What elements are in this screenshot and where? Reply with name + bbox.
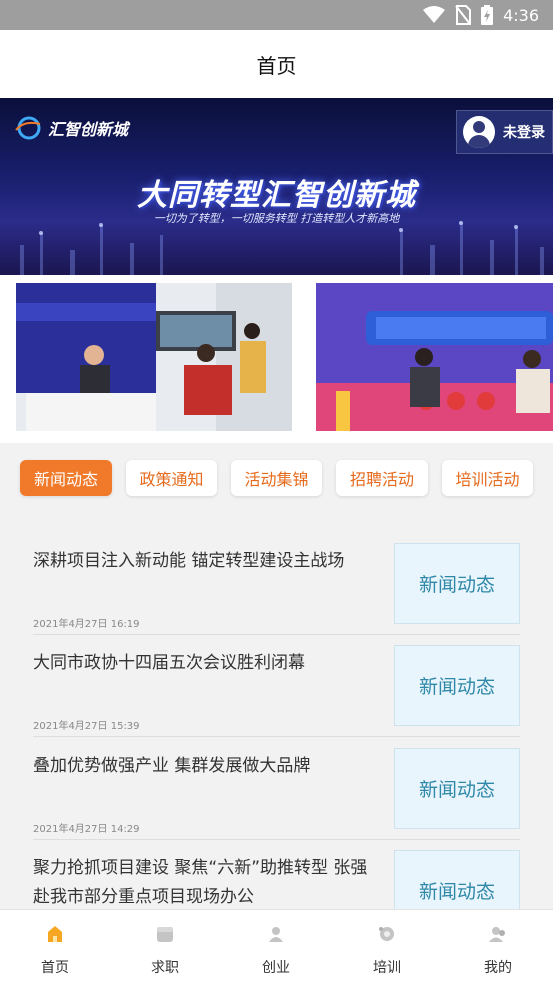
banner-subline: 一切为了转型，一切服务转型 打造转型人才新高地 — [153, 212, 400, 225]
news-time: 2021年4月27日 16:19 — [33, 619, 140, 630]
training-icon — [379, 927, 394, 941]
news-item[interactable]: 叠加优势做强产业 集群发展做大品牌 2021年4月27日 14:29 新闻动态 — [33, 738, 520, 840]
status-time: 4:36 — [503, 5, 539, 25]
wifi-icon — [423, 6, 446, 23]
logo-text: 汇智创新城 — [48, 120, 129, 139]
news-list: 深耕项目注入新动能 锚定转型建设主战场 2021年4月27日 16:19 新闻动… — [0, 523, 553, 909]
tab-label: 求职 — [151, 960, 179, 976]
tab-label: 我的 — [484, 960, 512, 976]
event-photo-1[interactable] — [16, 283, 292, 431]
hero-banner[interactable]: 汇智创新城 未登录 大同转型汇智创新城 一切为了转型，一切服务转型 打造转型人才… — [0, 98, 553, 275]
news-thumbnail: 新闻动态 — [394, 645, 520, 726]
photo-carousel — [0, 275, 553, 443]
no-sim-icon — [455, 5, 472, 25]
category-policy[interactable]: 政策通知 — [126, 460, 217, 496]
avatar-icon — [463, 116, 495, 148]
tab-profile[interactable]: 我的 — [443, 910, 553, 983]
news-time: 2021年4月27日 15:39 — [33, 721, 140, 732]
news-title: 大同市政协十四届五次会议胜利闭幕 — [33, 653, 305, 673]
category-recruitment[interactable]: 招聘活动 — [336, 460, 428, 496]
tab-label: 首页 — [41, 960, 69, 976]
home-icon — [48, 926, 62, 942]
status-icons: 4:36 — [423, 4, 539, 26]
tab-training[interactable]: 培训 — [332, 910, 442, 983]
news-item[interactable]: 聚力抢抓项目建设 聚焦“六新”助推转型 张强赴我市部分重点项目现场办公 新闻动态 — [33, 840, 520, 909]
tab-home[interactable]: 首页 — [0, 910, 110, 983]
startup-icon — [269, 927, 283, 942]
news-item[interactable]: 深耕项目注入新动能 锚定转型建设主战场 2021年4月27日 16:19 新闻动… — [33, 533, 520, 635]
category-news[interactable]: 新闻动态 — [20, 460, 112, 496]
login-label: 未登录 — [503, 125, 545, 141]
news-thumbnail: 新闻动态 — [394, 543, 520, 624]
news-thumbnail: 新闻动态 — [394, 850, 520, 909]
tab-startup[interactable]: 创业 — [221, 910, 331, 983]
category-tabs: 新闻动态 政策通知 活动集锦 招聘活动 培训活动 — [0, 443, 553, 523]
news-title: 叠加优势做强产业 集群发展做大品牌 — [33, 756, 311, 776]
news-title: 深耕项目注入新动能 锚定转型建设主战场 — [33, 551, 345, 571]
news-time: 2021年4月27日 14:29 — [33, 824, 140, 835]
news-item[interactable]: 大同市政协十四届五次会议胜利闭幕 2021年4月27日 15:39 新闻动态 — [33, 635, 520, 737]
event-photo-2[interactable] — [316, 283, 553, 431]
tab-label: 培训 — [373, 960, 401, 976]
page-title: 首页 — [256, 53, 297, 78]
title-bar: 首页 — [0, 30, 553, 98]
job-icon — [157, 927, 173, 942]
tab-label: 创业 — [262, 960, 290, 976]
battery-charging-icon — [481, 5, 494, 25]
tab-job[interactable]: 求职 — [110, 910, 220, 983]
login-button[interactable]: 未登录 — [456, 110, 553, 154]
brand-logo: 汇智创新城 — [14, 116, 128, 140]
category-activities[interactable]: 活动集锦 — [231, 460, 322, 496]
logo-mark-icon — [15, 116, 41, 140]
news-title: 聚力抢抓项目建设 聚焦“六新”助推转型 张强赴我市部分重点项目现场办公 — [33, 858, 368, 907]
news-thumbnail: 新闻动态 — [394, 748, 520, 829]
status-bar: 4:36 — [0, 0, 553, 30]
bottom-tab-bar: 首页 求职 创业 培训 我的 — [0, 909, 553, 983]
category-training[interactable]: 培训活动 — [442, 460, 533, 496]
banner-headline: 大同转型汇智创新城 — [137, 178, 416, 213]
profile-icon — [489, 927, 505, 942]
